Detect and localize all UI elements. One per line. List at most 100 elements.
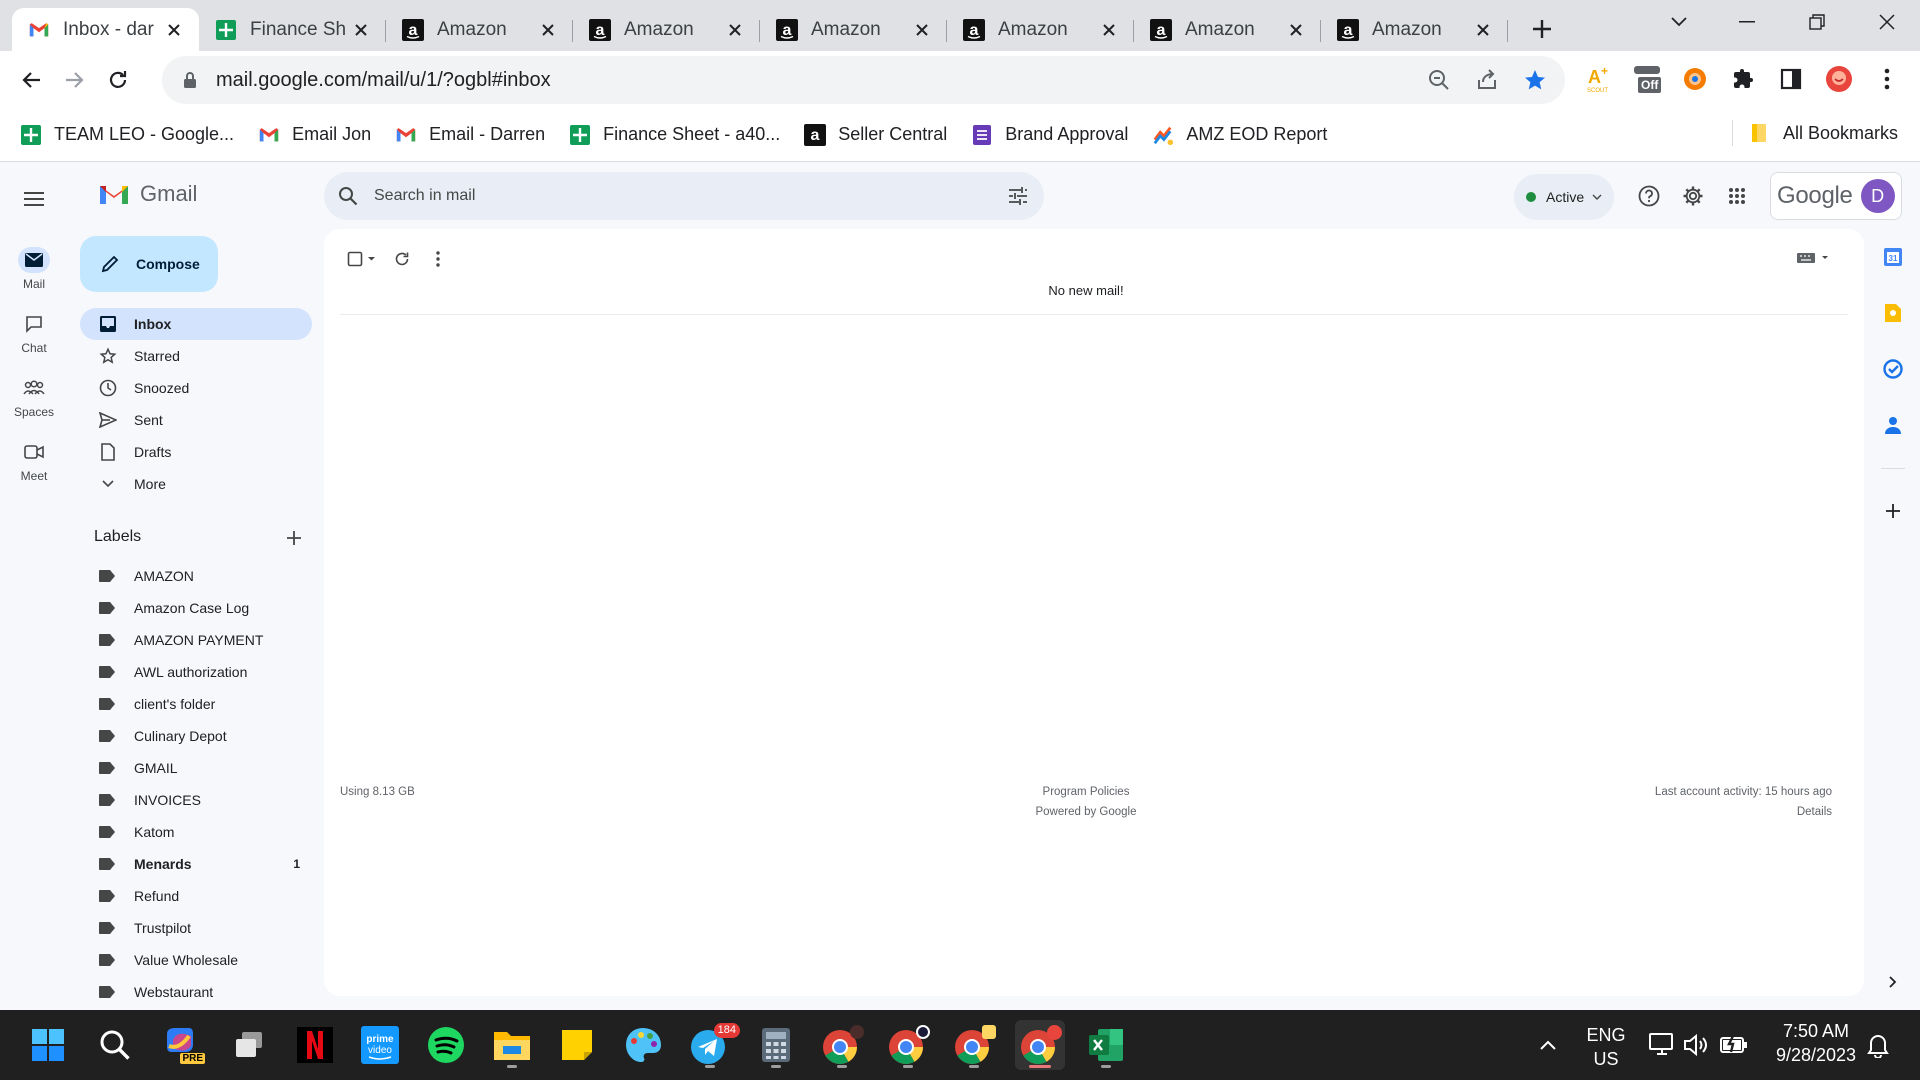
input-tools-keyboard-icon[interactable]: [1794, 243, 1834, 273]
create-label-plus-icon[interactable]: [284, 528, 304, 548]
label-item[interactable]: AMAZON PAYMENT: [80, 624, 312, 656]
spotify-icon[interactable]: [421, 1020, 471, 1070]
ascout-extension-icon[interactable]: A + SCOUT: [1580, 60, 1618, 98]
close-window-icon[interactable]: [1858, 0, 1916, 44]
nav-drafts[interactable]: Drafts: [80, 436, 312, 468]
nav-starred[interactable]: Starred: [80, 340, 312, 372]
off-toggle-extension-icon[interactable]: Off: [1630, 60, 1668, 98]
keep-icon[interactable]: [1879, 299, 1907, 327]
netflix-icon[interactable]: [290, 1020, 340, 1070]
file-explorer-icon[interactable]: [487, 1020, 537, 1070]
calculator-icon[interactable]: [751, 1020, 801, 1070]
calendar-icon[interactable]: 31: [1879, 243, 1907, 271]
minimize-icon[interactable]: [1718, 0, 1776, 44]
label-item[interactable]: AWL authorization: [80, 656, 312, 688]
tab-amazon[interactable]: a Amazon: [573, 8, 760, 51]
search-input[interactable]: [374, 187, 974, 205]
label-item[interactable]: Katom: [80, 816, 312, 848]
label-item[interactable]: AMAZON: [80, 560, 312, 592]
gmail-logo[interactable]: Gmail: [88, 181, 197, 207]
label-item[interactable]: Menards 1: [80, 848, 312, 880]
contacts-icon[interactable]: [1879, 411, 1907, 439]
refresh-icon[interactable]: [384, 241, 420, 277]
bookmark-amz-eod-report[interactable]: AMZ EOD Report: [1152, 124, 1327, 146]
all-bookmarks-folder[interactable]: All Bookmarks: [1731, 120, 1898, 146]
reload-icon[interactable]: [98, 60, 138, 100]
url-text[interactable]: mail.google.com/mail/u/1/?ogbl#inbox: [216, 69, 551, 92]
chrome-profile-3-icon[interactable]: [949, 1020, 999, 1070]
chrome-profile-active-icon[interactable]: [1015, 1020, 1065, 1070]
chrome-profile-2-icon[interactable]: [883, 1020, 933, 1070]
rail-spaces[interactable]: Spaces: [8, 375, 60, 419]
zoom-icon[interactable]: [1425, 66, 1453, 94]
get-addons-plus-icon[interactable]: [1879, 497, 1907, 525]
language-indicator[interactable]: ENG US: [1578, 1023, 1634, 1071]
main-menu-hamburger-icon[interactable]: [18, 183, 50, 215]
tab-amazon[interactable]: a Amazon: [386, 8, 573, 51]
orange-circle-extension-icon[interactable]: [1676, 60, 1714, 98]
bookmark-star-icon[interactable]: [1521, 66, 1549, 94]
chrome-menu-kebab-icon[interactable]: [1868, 60, 1906, 98]
search-icon[interactable]: [90, 1020, 140, 1070]
close-tab-icon[interactable]: [163, 19, 185, 41]
tab-amazon[interactable]: a Amazon: [947, 8, 1134, 51]
compose-button[interactable]: Compose: [80, 236, 218, 292]
select-all-checkbox[interactable]: [340, 241, 384, 277]
paint-icon[interactable]: [618, 1020, 668, 1070]
notifications-bell-icon[interactable]: [1853, 1020, 1903, 1070]
sticky-notes-icon[interactable]: [552, 1020, 602, 1070]
bookmark-finance-sheet[interactable]: Finance Sheet - a40...: [569, 124, 780, 146]
bookmark-team-leo[interactable]: TEAM LEO - Google...: [20, 124, 234, 146]
rail-meet[interactable]: Meet: [8, 439, 60, 483]
more-options-kebab-icon[interactable]: [420, 241, 456, 277]
label-item[interactable]: GMAIL: [80, 752, 312, 784]
close-tab-icon[interactable]: [1472, 19, 1494, 41]
show-hidden-icons-chevron-icon[interactable]: [1523, 1020, 1573, 1070]
rail-mail[interactable]: Mail: [8, 247, 60, 291]
excel-icon[interactable]: [1081, 1020, 1131, 1070]
show-side-panel-chevron-icon[interactable]: [1879, 968, 1907, 996]
bookmark-seller-central[interactable]: a Seller Central: [804, 123, 947, 146]
close-tab-icon[interactable]: [911, 19, 933, 41]
start-windows-icon[interactable]: [23, 1020, 73, 1070]
program-policies-link[interactable]: Program Policies: [324, 782, 1848, 802]
search-icon[interactable]: [336, 184, 360, 208]
label-item[interactable]: client's folder: [80, 688, 312, 720]
restore-icon[interactable]: [1788, 0, 1846, 44]
new-tab-plus-icon[interactable]: [1522, 9, 1562, 49]
tab-finance-sheet[interactable]: Finance Sh: [199, 8, 386, 51]
copilot-pre-icon[interactable]: PRE: [157, 1020, 207, 1070]
label-item[interactable]: Trustpilot: [80, 912, 312, 944]
nav-inbox[interactable]: Inbox: [80, 308, 312, 340]
rail-chat[interactable]: Chat: [8, 311, 60, 355]
share-icon[interactable]: [1473, 66, 1501, 94]
address-bar[interactable]: mail.google.com/mail/u/1/?ogbl#inbox: [162, 56, 1565, 104]
close-tab-icon[interactable]: [350, 19, 372, 41]
nav-snoozed[interactable]: Snoozed: [80, 372, 312, 404]
bookmark-email-darren[interactable]: Email - Darren: [395, 124, 545, 146]
tab-amazon[interactable]: a Amazon: [1134, 8, 1321, 51]
status-active-dropdown[interactable]: Active: [1514, 174, 1614, 220]
help-icon[interactable]: [1632, 179, 1666, 213]
chrome-profile-1-icon[interactable]: [817, 1020, 867, 1070]
label-item[interactable]: Refund: [80, 880, 312, 912]
tab-amazon[interactable]: a Amazon: [760, 8, 947, 51]
close-tab-icon[interactable]: [537, 19, 559, 41]
label-item[interactable]: Amazon Case Log: [80, 592, 312, 624]
close-tab-icon[interactable]: [724, 19, 746, 41]
label-item[interactable]: Value Wholesale: [80, 944, 312, 976]
google-apps-grid-icon[interactable]: [1720, 179, 1754, 213]
task-view-icon[interactable]: [224, 1020, 274, 1070]
label-item[interactable]: Webstaurant: [80, 976, 312, 1008]
close-tab-icon[interactable]: [1285, 19, 1307, 41]
telegram-icon[interactable]: 184: [685, 1020, 740, 1070]
label-item[interactable]: Culinary Depot: [80, 720, 312, 752]
extensions-puzzle-icon[interactable]: [1724, 60, 1762, 98]
tab-amazon[interactable]: a Amazon: [1321, 8, 1508, 51]
nav-more[interactable]: More: [80, 468, 312, 500]
nav-sent[interactable]: Sent: [80, 404, 312, 436]
profile-avatar-icon[interactable]: [1820, 60, 1858, 98]
search-options-tune-icon[interactable]: [1006, 184, 1030, 208]
tab-inbox[interactable]: Inbox - dar: [12, 8, 199, 51]
back-arrow-icon[interactable]: [12, 60, 52, 100]
